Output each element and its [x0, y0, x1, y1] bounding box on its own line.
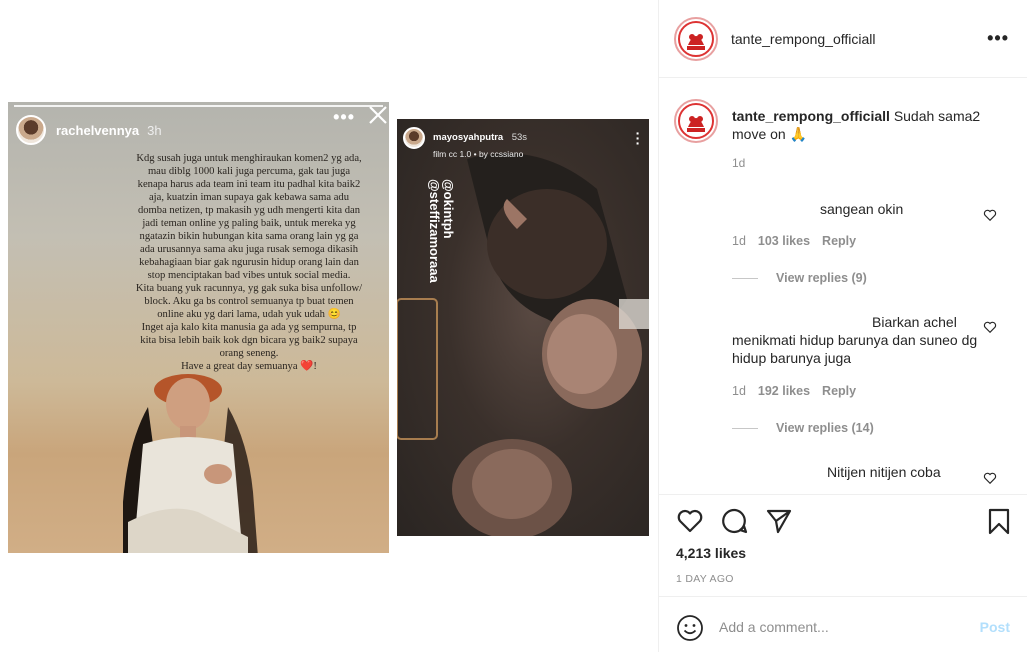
- caption-time[interactable]: 1d: [732, 156, 745, 170]
- comment-icon[interactable]: [721, 507, 749, 535]
- story-screenshot-mayosyahputra: mayosyahputra 53s film cc 1.0 • by ccssi…: [397, 119, 649, 536]
- story-text-line: aja, kuatzin iman supaya gak kebawa sama…: [148, 192, 350, 203]
- add-comment-bar: Post: [659, 596, 1027, 652]
- mention-tag[interactable]: @okintph: [441, 179, 456, 283]
- story-text-line: Kdg susah juga untuk menghiraukan komen2…: [136, 153, 362, 164]
- comment-text: Nitijen nitijen coba: [827, 464, 941, 480]
- story-text-line: Have a great day semuanya ❤️!: [181, 361, 317, 372]
- story-mention-tags: @okintph @steffizamoraaa: [427, 179, 456, 283]
- story-screenshot-rachelvennya: rachelvennya 3h ••• Kdg susah juga untuk…: [8, 102, 389, 553]
- header-username[interactable]: tante_rempong_officiall: [731, 31, 876, 47]
- reply-button[interactable]: Reply: [822, 384, 856, 398]
- story-text-line: orang seneng.: [219, 348, 279, 359]
- post-header: tante_rempong_officiall •••: [659, 0, 1027, 78]
- story-text-line: ngatazin bikin hubungan kita sama orang …: [139, 231, 359, 242]
- story-time: 53s: [511, 132, 528, 143]
- add-comment-input[interactable]: [719, 616, 959, 638]
- story-text: Kdg susah juga untuk menghiraukan komen2…: [118, 152, 380, 373]
- mention-tag[interactable]: @steffizamoraaa: [427, 179, 442, 283]
- more-vertical-icon[interactable]: · · ·: [635, 126, 641, 150]
- close-icon[interactable]: [367, 104, 389, 126]
- story-username[interactable]: mayosyahputra: [433, 132, 503, 143]
- comment-meta: 1d 103 likes Reply: [732, 234, 856, 248]
- avatar[interactable]: [674, 99, 718, 143]
- post-date[interactable]: 1 DAY AGO: [676, 573, 734, 585]
- likes-count[interactable]: 4,213 likes: [676, 545, 746, 561]
- heart-icon[interactable]: [676, 507, 704, 535]
- story-time: 3h: [147, 122, 162, 138]
- post-media: rachelvennya 3h ••• Kdg susah juga untuk…: [0, 0, 658, 652]
- story-header: mayosyahputra 53s film cc 1.0 • by ccssi…: [403, 127, 527, 159]
- emoji-icon[interactable]: [676, 614, 704, 642]
- story-text-line: kita bisa lebih baik kok dgn bicara yg b…: [140, 335, 358, 346]
- comment-likes[interactable]: 192 likes: [758, 384, 810, 398]
- reply-button[interactable]: Reply: [822, 234, 856, 248]
- like-heart-icon[interactable]: [983, 320, 997, 334]
- comments-list[interactable]: tante_rempong_officiall Sudah sama2 move…: [659, 79, 1027, 493]
- avatar[interactable]: [674, 16, 718, 61]
- story-text-line: online aku yg dari lama, udah yuk udah 😊: [157, 309, 341, 320]
- view-replies-label: View replies (9): [776, 271, 867, 285]
- more-horizontal-icon[interactable]: •••: [333, 107, 355, 128]
- story-text-line: block. Aku ga bs control semuanya tp bua…: [144, 296, 354, 307]
- story-text-line: stop menciptakan bad vibes untuk social …: [147, 270, 351, 281]
- view-replies-label: View replies (14): [776, 421, 874, 435]
- avatar[interactable]: [16, 115, 46, 145]
- view-replies-button[interactable]: View replies (14): [732, 421, 874, 435]
- comment-likes[interactable]: 103 likes: [758, 234, 810, 248]
- story-text-line: kebahagiaan biar gak ngurusin hidup oran…: [139, 257, 359, 268]
- story-text-line: kenapa harus ada team ini team itu padha…: [137, 179, 361, 190]
- story-text-line: jadi teman online yg paling baik, untuk …: [142, 218, 356, 229]
- story-text-line: ada urusannya sama aku juga rusak semoga…: [140, 244, 358, 255]
- story-text-line: Inget aja kalo kita manusia ga ada yg se…: [141, 322, 357, 333]
- story-text-line: Kita buang yuk racunnya, yg gak suka bis…: [135, 283, 363, 294]
- story-header: rachelvennya 3h: [16, 114, 381, 146]
- more-horizontal-icon[interactable]: •••: [987, 28, 1009, 49]
- avatar[interactable]: [403, 127, 425, 149]
- like-heart-icon[interactable]: [983, 471, 997, 485]
- view-replies-button[interactable]: View replies (9): [732, 271, 867, 285]
- story-text-line: mau diblg 1000 kali juga percuma, gak ta…: [147, 166, 351, 177]
- story-filter-label: film cc 1.0 • by ccssiano: [433, 149, 524, 159]
- woman-in-desert-image: [123, 374, 258, 553]
- comment-meta: 1d 192 likes Reply: [732, 384, 856, 398]
- like-heart-icon[interactable]: [983, 208, 997, 222]
- comment-text: Biarkan achel menikmati hidup barunya da…: [732, 314, 978, 366]
- story-progress-bar: [14, 105, 383, 107]
- post-comment-button[interactable]: Post: [980, 619, 1010, 635]
- comment-time[interactable]: 1d: [732, 384, 746, 398]
- story-username[interactable]: rachelvennya: [56, 123, 139, 138]
- comment-text: sangean okin: [820, 201, 904, 217]
- post-side-panel: tante_rempong_officiall ••• tante_rempon…: [658, 0, 1027, 652]
- post-actions: 4,213 likes 1 DAY AGO: [659, 494, 1027, 596]
- share-icon[interactable]: [765, 507, 793, 535]
- bookmark-icon[interactable]: [985, 507, 1013, 535]
- caption-username[interactable]: tante_rempong_officiall: [732, 108, 890, 124]
- comment-time[interactable]: 1d: [732, 234, 746, 248]
- story-text-line: domba netizen, tp makasih yg udh mengert…: [137, 205, 361, 216]
